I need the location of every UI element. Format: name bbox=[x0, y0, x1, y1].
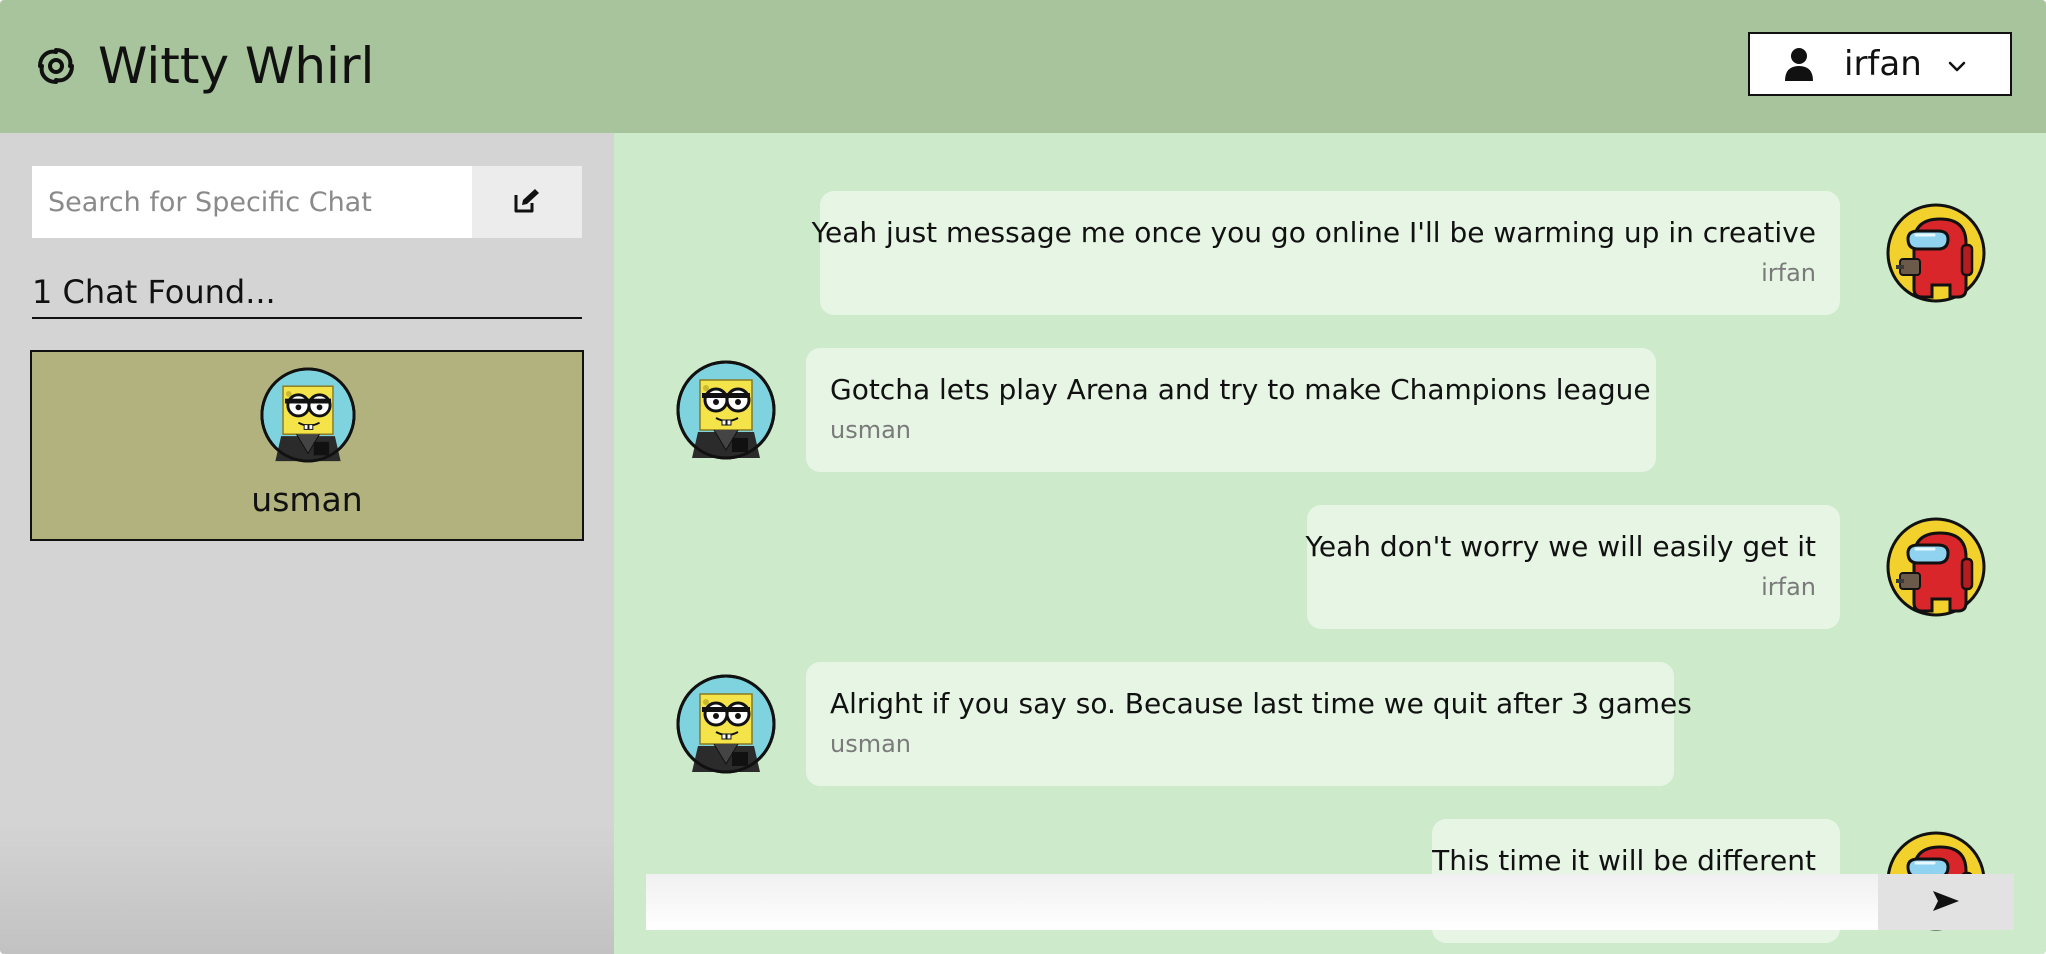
app-title: Witty Whirl bbox=[98, 37, 375, 95]
send-button[interactable] bbox=[1878, 874, 2014, 930]
message-text: Gotcha lets play Arena and try to make C… bbox=[830, 373, 1651, 406]
app-window: Witty Whirl irfan Search for Specific Ch… bbox=[0, 0, 2046, 954]
send-icon bbox=[1932, 890, 1960, 915]
edit-icon bbox=[512, 187, 542, 218]
chat-contact-name: usman bbox=[251, 480, 363, 519]
message-composer bbox=[646, 874, 2014, 930]
spongebob-avatar bbox=[260, 367, 356, 463]
new-chat-button[interactable] bbox=[472, 166, 582, 238]
message-bubble: Yeah just message me once you go online … bbox=[812, 191, 1840, 315]
chats-found-label: 1 Chat Found... bbox=[32, 273, 582, 319]
spongebob-avatar bbox=[676, 674, 776, 774]
among-us-avatar bbox=[1886, 203, 1986, 303]
message-sender: usman bbox=[830, 730, 912, 758]
message-bubble: Gotcha lets play Arena and try to make C… bbox=[806, 348, 1656, 472]
spongebob-avatar bbox=[676, 360, 776, 460]
message-input[interactable] bbox=[646, 874, 1878, 930]
message-sender: usman bbox=[830, 416, 912, 444]
message-text: Alright if you say so. Because last time… bbox=[830, 687, 1692, 720]
brand[interactable]: Witty Whirl bbox=[34, 38, 374, 94]
message-text: This time it will be different bbox=[1432, 844, 1816, 877]
message-bubble: Yeah don't worry we will easily get it i… bbox=[1305, 505, 1840, 629]
chat-search-input[interactable] bbox=[32, 166, 472, 238]
among-us-avatar bbox=[1886, 517, 1986, 617]
message-sender: irfan bbox=[1761, 259, 1816, 287]
person-icon bbox=[1784, 47, 1814, 81]
current-user-name: irfan bbox=[1844, 44, 1922, 84]
whirl-icon bbox=[34, 44, 78, 88]
top-header: Witty Whirl irfan bbox=[0, 0, 2046, 133]
message-sender: irfan bbox=[1761, 573, 1816, 601]
user-menu-button[interactable]: irfan bbox=[1748, 32, 2012, 96]
message-text: Yeah just message me once you go online … bbox=[811, 216, 1816, 249]
chat-list-item[interactable]: usman bbox=[30, 350, 584, 541]
chevron-down-icon bbox=[1948, 58, 1966, 72]
chat-sidebar: 1 Chat Found... usman bbox=[0, 133, 614, 954]
chat-search-row bbox=[32, 166, 582, 238]
message-bubble: Alright if you say so. Because last time… bbox=[806, 662, 1692, 786]
message-text: Yeah don't worry we will easily get it bbox=[1305, 530, 1816, 563]
chat-panel: Yeah just message me once you go online … bbox=[614, 133, 2046, 954]
